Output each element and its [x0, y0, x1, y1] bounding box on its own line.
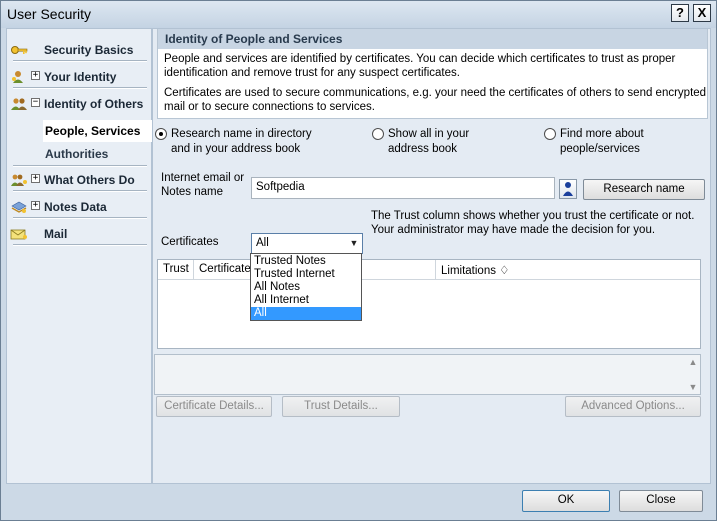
info-paragraph-2: Certificates are used to secure communic… — [164, 87, 707, 113]
radio-button[interactable] — [544, 128, 556, 140]
research-name-button[interactable]: Research name — [583, 179, 705, 200]
chevron-down-icon: ▼ — [349, 238, 359, 248]
table-header: Trust Certificate I Limitations ♢ — [158, 260, 700, 280]
sidebar-item-mail[interactable]: Mail — [7, 222, 151, 246]
radio-label: Research name in directory and in your a… — [171, 127, 312, 157]
radio-button[interactable] — [155, 128, 167, 140]
ok-button[interactable]: OK — [522, 490, 610, 512]
section-title: Identity of People and Services — [158, 29, 707, 49]
window-title: User Security — [7, 6, 92, 22]
sidebar-item-label: Mail — [44, 227, 68, 241]
radio-label: Find more about people/services — [560, 127, 644, 157]
sidebar-item-identity-of-others[interactable]: − Identity of Others — [7, 92, 151, 116]
sidebar-item-your-identity[interactable]: + Your Identity — [7, 65, 151, 89]
sidebar-item-label: Security Basics — [44, 43, 134, 57]
radio-label-line2: people/services — [560, 143, 640, 155]
main-panel: Identity of People and Services People a… — [152, 28, 711, 484]
dropdown-option-trusted-internet[interactable]: Trusted Internet — [251, 268, 361, 281]
divider — [13, 87, 147, 89]
trust-details-button[interactable]: Trust Details... — [282, 396, 400, 417]
dropdown-option-all-internet[interactable]: All Internet — [251, 294, 361, 307]
column-header-limitations[interactable]: Limitations ♢ — [436, 260, 700, 280]
trust-note-text: The Trust column shows whether you trust… — [371, 210, 695, 236]
sidebar-item-security-basics[interactable]: Security Basics — [7, 38, 151, 62]
address-book-button[interactable] — [559, 179, 577, 199]
expand-toggle[interactable]: + — [31, 201, 40, 210]
divider — [13, 244, 147, 246]
sidebar-item-label: Identity of Others — [44, 97, 144, 111]
close-window-button[interactable]: X — [693, 4, 711, 22]
radio-label-line2: address book — [388, 143, 458, 155]
close-button[interactable]: Close — [619, 490, 703, 512]
email-label-line2: Notes name — [161, 186, 224, 198]
dropdown-option-all[interactable]: All — [251, 307, 361, 320]
column-header-trust[interactable]: Trust — [158, 260, 194, 280]
sidebar-item-label: Your Identity — [44, 70, 117, 84]
email-label-line1: Internet email or — [161, 172, 245, 184]
person-key-icon — [12, 71, 23, 83]
sidebar-item-label: What Others Do — [44, 173, 135, 187]
sidebar-item-authorities[interactable]: Authorities — [43, 143, 159, 165]
key-icon — [11, 46, 28, 54]
radio-label: Show all in your address book — [388, 127, 469, 157]
radio-label-line1: Find more about — [560, 128, 644, 140]
sidebar-item-people-services[interactable]: People, Services — [43, 120, 159, 142]
radio-button[interactable] — [372, 128, 384, 140]
title-bar: User Security ? X — [1, 1, 716, 28]
expand-toggle[interactable]: + — [31, 71, 40, 80]
certificates-label: Certificates — [161, 236, 219, 248]
certificates-table: Trust Certificate I Limitations ♢ — [157, 259, 701, 349]
expand-toggle[interactable]: + — [31, 174, 40, 183]
sidebar: Security Basics + Your Identity − Identi… — [6, 28, 159, 484]
email-field-label: Internet email or Notes name — [161, 171, 244, 199]
collapse-toggle[interactable]: − — [31, 98, 40, 107]
notes-icon — [11, 201, 27, 213]
dropdown-option-all-notes[interactable]: All Notes — [251, 281, 361, 294]
user-security-window: User Security ? X Security Basics + Your… — [0, 0, 717, 521]
scroll-up-icon[interactable]: ▲ — [688, 357, 698, 367]
info-paragraph-1: People and services are identified by ce… — [164, 53, 676, 79]
sidebar-item-label: Notes Data — [44, 200, 107, 214]
sidebar-item-what-others-do[interactable]: + What Others Do — [7, 168, 151, 192]
sidebar-item-notes-data[interactable]: + Notes Data — [7, 195, 151, 219]
column-header-certificate[interactable]: Certificate I — [194, 260, 256, 280]
mail-icon — [10, 229, 27, 240]
group-icon — [11, 174, 27, 186]
radio-label-line1: Show all in your — [388, 128, 470, 140]
email-name-input[interactable]: Softpedia — [251, 177, 555, 199]
sidebar-item-label: People, Services — [45, 124, 141, 138]
radio-label-line1: Research name in directory — [171, 128, 312, 140]
divider — [13, 165, 147, 167]
certificate-detail-box: ▲ ▼ — [154, 354, 701, 395]
radio-label-line2: and in your address book — [171, 143, 301, 155]
divider — [13, 217, 147, 219]
certificates-dropdown-list: Trusted Notes Trusted Internet All Notes… — [250, 253, 362, 321]
certificates-select[interactable]: All ▼ — [251, 233, 363, 254]
certificate-details-button[interactable]: Certificate Details... — [156, 396, 272, 417]
info-box: Identity of People and Services People a… — [157, 29, 708, 119]
divider — [13, 190, 147, 192]
people-icon — [11, 98, 27, 110]
scroll-down-icon[interactable]: ▼ — [688, 382, 698, 392]
sidebar-item-label: Authorities — [45, 147, 109, 161]
advanced-options-button[interactable]: Advanced Options... — [565, 396, 701, 417]
person-icon — [563, 182, 573, 196]
divider — [13, 60, 147, 62]
certificates-selected-value: All — [256, 237, 269, 249]
dropdown-option-trusted-notes[interactable]: Trusted Notes — [251, 255, 361, 268]
help-button[interactable]: ? — [671, 4, 689, 22]
